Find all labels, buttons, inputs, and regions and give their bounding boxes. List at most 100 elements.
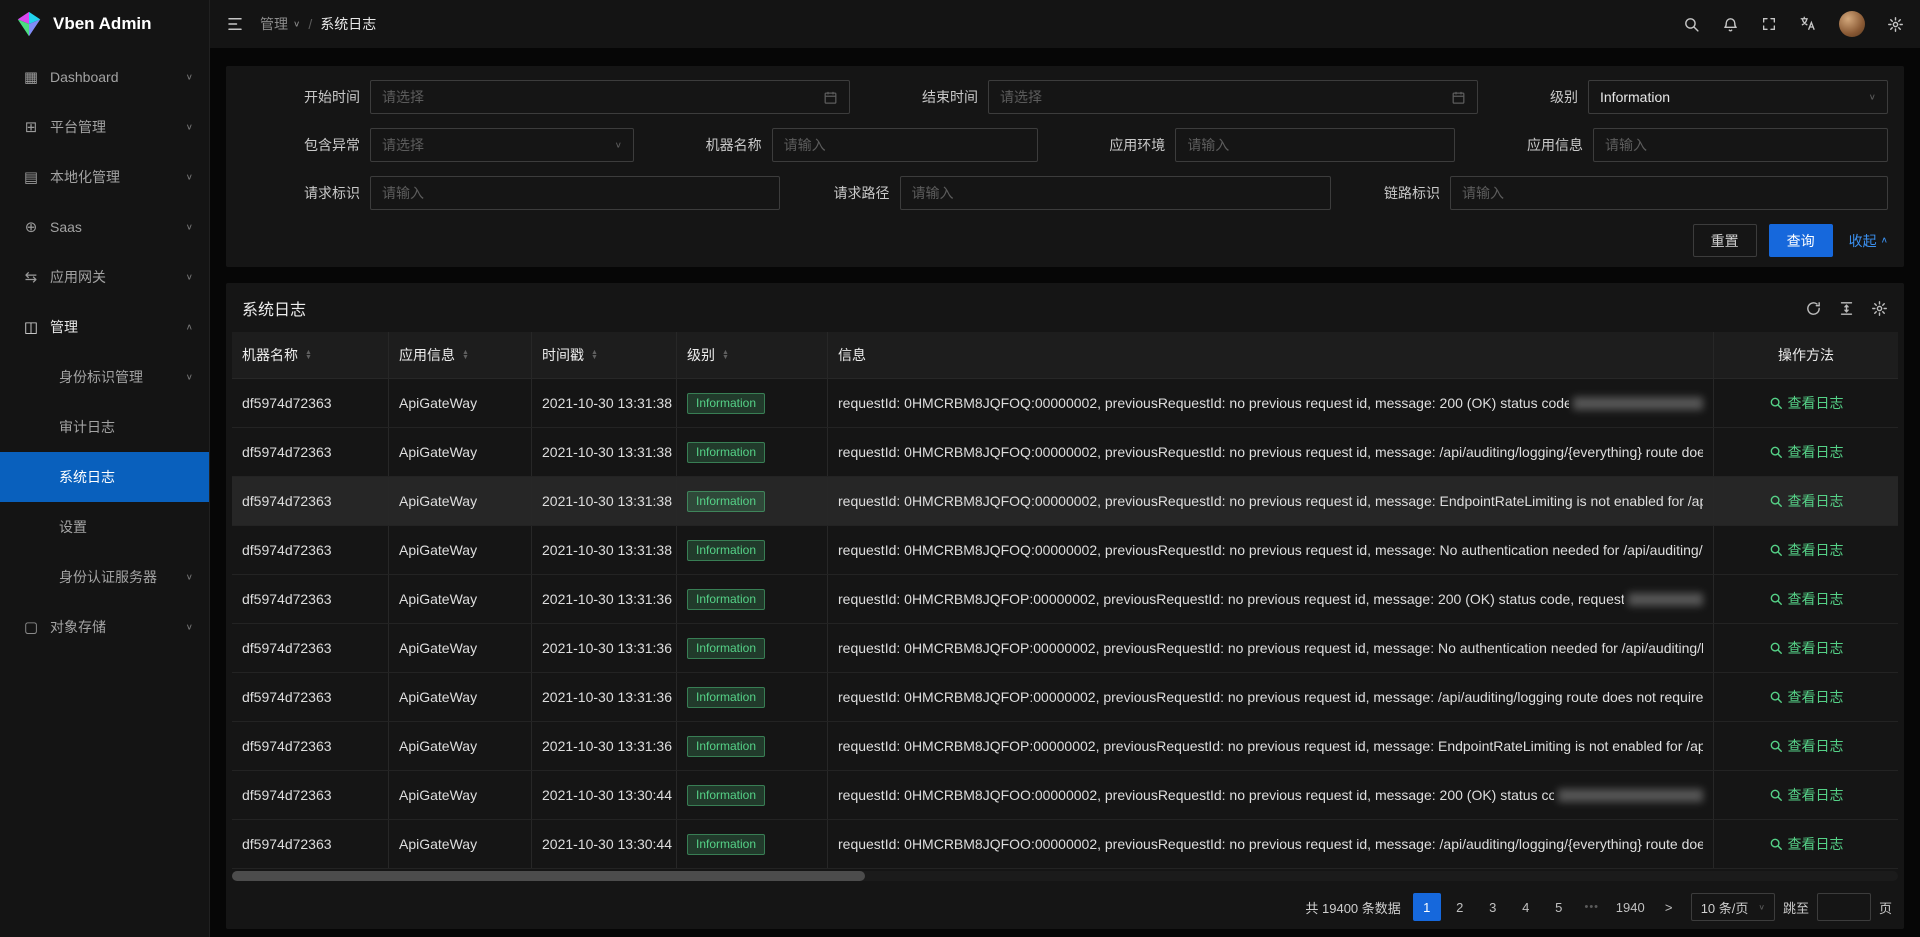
refresh-icon[interactable] [1805, 300, 1822, 317]
view-log-link[interactable]: 查看日志 [1769, 393, 1844, 413]
avatar[interactable] [1839, 11, 1865, 37]
view-log-link[interactable]: 查看日志 [1769, 687, 1844, 707]
chevron-down-icon: ∨ [186, 272, 193, 281]
sort-down-icon[interactable]: ▼ [305, 355, 312, 360]
pagination-page-1940[interactable]: 1940 [1611, 893, 1650, 921]
request-path-input[interactable] [912, 185, 1319, 201]
end-time-input[interactable] [1000, 89, 1443, 105]
sidebar-item-label: 本地化管理 [50, 167, 186, 187]
start-time-input[interactable] [382, 89, 815, 105]
column-header[interactable]: 机器名称▲▼ [232, 332, 389, 379]
pagination-next-button[interactable]: > [1655, 893, 1683, 921]
scrollbar-thumb[interactable] [232, 871, 865, 881]
level-cell: Information [677, 428, 828, 476]
app-info-box[interactable] [1593, 128, 1888, 162]
filter-form: 开始时间 结束时间 [226, 66, 1904, 267]
column-header[interactable]: 级别▲▼ [677, 332, 828, 379]
horizontal-scrollbar[interactable] [232, 871, 1898, 881]
row-height-icon[interactable] [1838, 300, 1855, 317]
app-layout: Vben Admin ▦Dashboard∨⊞平台管理∨▤本地化管理∨⊕Saas… [0, 0, 1920, 937]
logo[interactable]: Vben Admin [0, 0, 209, 48]
end-time-picker[interactable] [988, 80, 1478, 114]
trace-id-box[interactable] [1450, 176, 1888, 210]
message-cell: requestId: 0HMCRBM8JQFOQ:00000002, previ… [828, 526, 1714, 574]
app-info-input[interactable] [1605, 137, 1876, 153]
sort-down-icon[interactable]: ▼ [722, 355, 729, 360]
view-log-link[interactable]: 查看日志 [1769, 491, 1844, 511]
search-icon[interactable] [1683, 16, 1700, 33]
settings-gear-icon[interactable] [1887, 16, 1904, 33]
level-select[interactable]: Information ∨ [1588, 80, 1888, 114]
timestamp-cell: 2021-10-30 13:31:36 [532, 575, 677, 623]
pagination-page-2[interactable]: 2 [1446, 893, 1474, 921]
start-time-picker[interactable] [370, 80, 850, 114]
sort-down-icon[interactable]: ▼ [591, 355, 598, 360]
field-start-time: 开始时间 [242, 80, 850, 114]
sort-icons[interactable]: ▲▼ [462, 350, 469, 360]
sidebar-item[interactable]: 设置 [0, 502, 209, 552]
trace-id-input[interactable] [1462, 185, 1876, 201]
request-id-box[interactable] [370, 176, 780, 210]
pagination-page-4[interactable]: 4 [1512, 893, 1540, 921]
sidebar-item[interactable]: ▤本地化管理∨ [0, 152, 209, 202]
sidebar-item[interactable]: 身份标识管理∨ [0, 352, 209, 402]
column-header[interactable]: 时间戳▲▼ [532, 332, 677, 379]
view-log-link[interactable]: 查看日志 [1769, 638, 1844, 658]
sidebar-item[interactable]: ⇆应用网关∨ [0, 252, 209, 302]
pagination-ellipsis[interactable]: ••• [1578, 893, 1606, 921]
app-info-cell: ApiGateWay [389, 624, 532, 672]
sidebar-item[interactable]: 身份认证服务器∨ [0, 552, 209, 602]
exception-select[interactable]: 请选择 ∨ [370, 128, 634, 162]
breadcrumb-parent[interactable]: 管理 ∨ [260, 14, 300, 34]
sidebar-item[interactable]: ⊞平台管理∨ [0, 102, 209, 152]
sort-icons[interactable]: ▲▼ [305, 350, 312, 360]
view-log-link[interactable]: 查看日志 [1769, 589, 1844, 609]
view-log-link[interactable]: 查看日志 [1769, 834, 1844, 854]
action-cell: 查看日志 [1714, 673, 1898, 721]
column-header-label: 操作方法 [1778, 345, 1834, 365]
sidebar-item[interactable]: ⊕Saas∨ [0, 202, 209, 252]
view-log-link[interactable]: 查看日志 [1769, 736, 1844, 756]
sort-icons[interactable]: ▲▼ [591, 350, 598, 360]
machine-name-box[interactable] [772, 128, 1038, 162]
sidebar-item[interactable]: ▦Dashboard∨ [0, 52, 209, 102]
environment-input[interactable] [1187, 137, 1443, 153]
message-cell: requestId: 0HMCRBM8JQFOQ:00000002, previ… [828, 428, 1714, 476]
level-badge: Information [687, 638, 765, 659]
machine-name-input[interactable] [784, 137, 1026, 153]
menu-fold-icon[interactable] [226, 15, 244, 33]
collapse-link[interactable]: 收起 ∧ [1849, 231, 1888, 251]
view-log-link[interactable]: 查看日志 [1769, 540, 1844, 560]
pagination-page-5[interactable]: 5 [1545, 893, 1573, 921]
sidebar-item[interactable]: ▢对象存储∨ [0, 602, 209, 652]
level-cell: Information [677, 673, 828, 721]
sidebar-item[interactable]: 审计日志 [0, 402, 209, 452]
jump-page-input[interactable] [1817, 893, 1871, 921]
field-app-info: 应用信息 [1527, 128, 1888, 162]
sidebar-item[interactable]: ◫管理∧ [0, 302, 209, 352]
view-log-link[interactable]: 查看日志 [1769, 442, 1844, 462]
field-request-id: 请求标识 [242, 176, 780, 210]
pagination-page-1[interactable]: 1 [1413, 893, 1441, 921]
query-button[interactable]: 查询 [1769, 224, 1833, 257]
sort-down-icon[interactable]: ▼ [462, 355, 469, 360]
end-time-label: 结束时间 [922, 87, 978, 107]
environment-box[interactable] [1175, 128, 1455, 162]
column-settings-gear-icon[interactable] [1871, 300, 1888, 317]
pagination-page-3[interactable]: 3 [1479, 893, 1507, 921]
sidebar-item[interactable]: 系统日志 [0, 452, 209, 502]
translate-icon[interactable] [1799, 15, 1817, 33]
chevron-up-icon: ∧ [1881, 236, 1888, 245]
message-cell: requestId: 0HMCRBM8JQFOQ:00000002, previ… [828, 379, 1714, 427]
request-path-box[interactable] [900, 176, 1331, 210]
sort-icons[interactable]: ▲▼ [722, 350, 729, 360]
reset-button[interactable]: 重置 [1693, 224, 1757, 257]
column-header[interactable]: 应用信息▲▼ [389, 332, 532, 379]
request-id-input[interactable] [382, 185, 768, 201]
fullscreen-icon[interactable] [1761, 16, 1777, 32]
view-log-link[interactable]: 查看日志 [1769, 785, 1844, 805]
notification-bell-icon[interactable] [1722, 16, 1739, 33]
sidebar-item-label: 管理 [50, 317, 186, 337]
view-log-label: 查看日志 [1788, 638, 1844, 658]
page-size-select[interactable]: 10 条/页 ∨ [1691, 893, 1775, 921]
